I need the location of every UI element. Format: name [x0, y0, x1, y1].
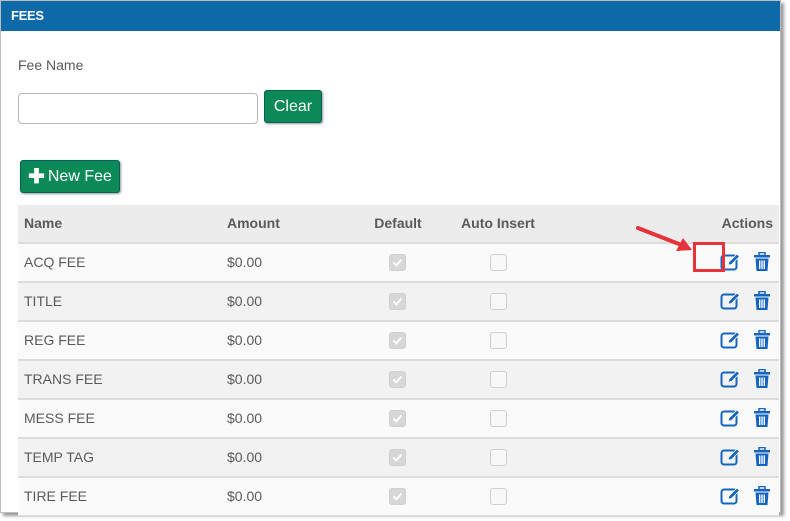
table-row: TRANS FEE $0.00	[18, 361, 779, 400]
delete-button[interactable]	[753, 329, 771, 353]
highlight-box	[693, 242, 725, 272]
trash-icon	[754, 407, 770, 427]
edit-button[interactable]	[720, 447, 742, 470]
check-icon	[392, 258, 403, 267]
check-icon	[392, 453, 403, 462]
default-checkbox[interactable]	[389, 449, 406, 466]
default-checkbox[interactable]	[389, 254, 406, 271]
plus-icon: ✚	[28, 165, 45, 188]
new-fee-label: New Fee	[47, 167, 112, 185]
auto-insert-checkbox[interactable]	[490, 332, 507, 349]
panel-title: FEES	[1, 1, 780, 31]
auto-insert-checkbox[interactable]	[490, 488, 507, 505]
auto-insert-checkbox[interactable]	[490, 371, 507, 388]
default-checkbox[interactable]	[389, 371, 406, 388]
edit-icon	[720, 370, 741, 388]
fee-amount: $0.00	[227, 488, 263, 504]
edit-icon	[720, 292, 741, 310]
fee-amount: $0.00	[227, 410, 263, 426]
column-header-name[interactable]: Name	[24, 205, 62, 242]
delete-button[interactable]	[753, 368, 771, 392]
table-row: TITLE $0.00	[18, 283, 779, 322]
check-icon	[392, 375, 403, 384]
fee-name: TIRE FEE	[24, 488, 88, 504]
edit-button[interactable]	[720, 486, 742, 509]
auto-insert-checkbox[interactable]	[490, 410, 507, 427]
edit-icon	[720, 487, 741, 505]
column-header-default[interactable]: Default	[358, 205, 438, 242]
trash-icon	[754, 329, 770, 349]
table-row: REG FEE $0.00	[18, 322, 779, 361]
fee-name: REG FEE	[24, 332, 86, 348]
delete-button[interactable]	[753, 407, 771, 431]
fee-name: TEMP TAG	[24, 449, 95, 465]
default-checkbox[interactable]	[389, 410, 406, 427]
edit-button[interactable]	[720, 291, 742, 314]
delete-button[interactable]	[753, 290, 771, 314]
default-checkbox[interactable]	[389, 293, 406, 310]
fee-amount: $0.00	[227, 254, 263, 270]
table-row: TIRE FEE $0.00	[18, 478, 779, 517]
fee-amount: $0.00	[227, 293, 263, 309]
edit-icon	[720, 331, 741, 349]
trash-icon	[754, 446, 770, 466]
fee-name: TRANS FEE	[24, 371, 103, 387]
delete-button[interactable]	[753, 485, 771, 509]
fee-name: TITLE	[24, 293, 63, 309]
table-row: TEMP TAG $0.00	[18, 439, 779, 478]
check-icon	[392, 297, 403, 306]
auto-insert-checkbox[interactable]	[490, 254, 507, 271]
edit-button[interactable]	[720, 408, 742, 431]
check-icon	[392, 492, 403, 501]
column-header-amount[interactable]: Amount	[227, 205, 280, 242]
auto-insert-checkbox[interactable]	[490, 449, 507, 466]
trash-icon	[754, 251, 770, 271]
fee-amount: $0.00	[227, 449, 263, 465]
fee-name-input[interactable]	[18, 93, 258, 124]
default-checkbox[interactable]	[389, 332, 406, 349]
fee-name-label: Fee Name	[18, 57, 84, 73]
new-fee-button[interactable]: ✚ New Fee	[20, 160, 120, 193]
clear-button[interactable]: Clear	[264, 90, 322, 123]
delete-button[interactable]	[753, 446, 771, 470]
table-row: MESS FEE $0.00	[18, 400, 779, 439]
fee-amount: $0.00	[227, 332, 263, 348]
trash-icon	[754, 368, 770, 388]
edit-icon	[720, 409, 741, 427]
fee-name: MESS FEE	[24, 410, 95, 426]
auto-insert-checkbox[interactable]	[490, 293, 507, 310]
fee-amount: $0.00	[227, 371, 263, 387]
edit-icon	[720, 448, 741, 466]
column-header-actions: Actions	[721, 215, 773, 231]
delete-button[interactable]	[753, 251, 771, 275]
check-icon	[392, 414, 403, 423]
annotation-arrow-icon	[636, 226, 692, 251]
edit-button[interactable]	[720, 369, 742, 392]
trash-icon	[754, 290, 770, 310]
trash-icon	[754, 485, 770, 505]
check-icon	[392, 336, 403, 345]
default-checkbox[interactable]	[389, 488, 406, 505]
edit-button[interactable]	[720, 330, 742, 353]
column-header-auto-insert[interactable]: Auto Insert	[458, 205, 538, 242]
fees-panel: FEES Fee Name Clear ✚ New Fee Name Amoun…	[0, 0, 781, 517]
fee-name: ACQ FEE	[24, 254, 86, 270]
